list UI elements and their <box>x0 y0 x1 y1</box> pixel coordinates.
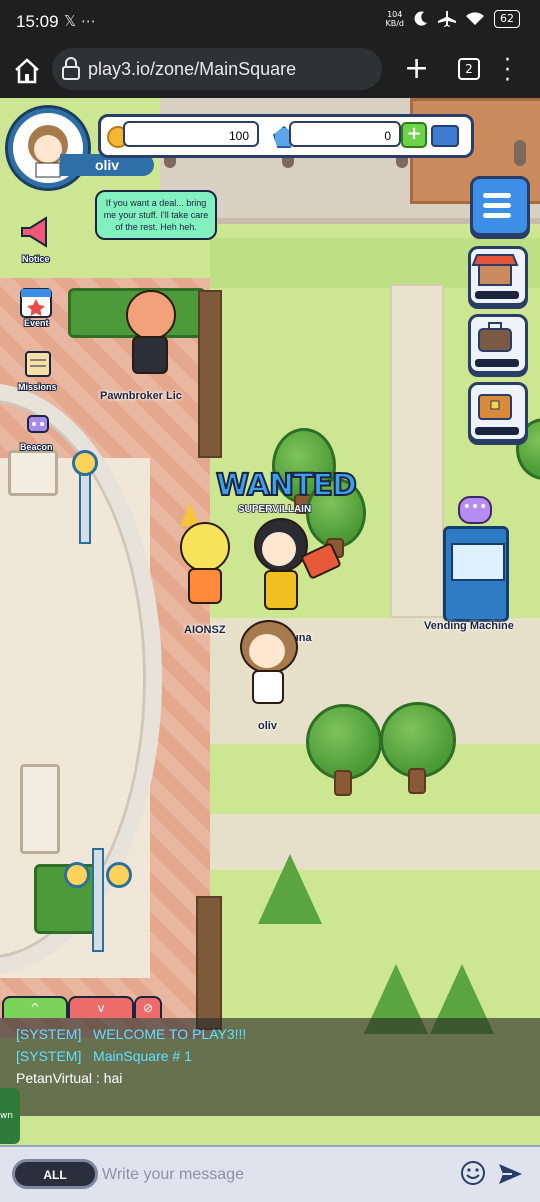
player-character[interactable] <box>236 620 298 716</box>
coin-balance: 100 <box>123 121 259 147</box>
bench <box>8 450 58 496</box>
rewards-button[interactable] <box>468 382 528 442</box>
npc-pawnbroker[interactable] <box>118 290 182 382</box>
wanted-subtitle: SUPERVILLAIN <box>237 503 312 516</box>
fence-post <box>514 140 526 166</box>
channel-all-button[interactable]: ALL <box>12 1159 98 1189</box>
chat-line-system: [SYSTEM] MainSquare # 1 <box>16 1048 192 1064</box>
moon-icon <box>414 11 427 26</box>
bench <box>20 764 60 854</box>
chat-text: hai <box>103 1070 123 1086</box>
street-lamp <box>79 464 91 544</box>
robot-icon[interactable] <box>20 406 56 442</box>
wallet-icon[interactable] <box>431 125 459 147</box>
chat-text: WELCOME TO PLAY3!!! <box>93 1026 247 1042</box>
pine-tree <box>258 854 322 924</box>
beacon-label: Beacon <box>19 441 53 453</box>
chat-text: MainSquare # 1 <box>93 1048 192 1064</box>
wanted-banner: WANTED SUPERVILLAIN <box>215 467 358 518</box>
gem-balance: 0 <box>289 121 401 147</box>
chat-expand-tab[interactable]: ^ <box>2 996 68 1018</box>
shop-label-bar <box>475 291 519 299</box>
chest-icon <box>478 394 512 420</box>
calendar-star-icon[interactable] <box>18 284 54 320</box>
game-canvas[interactable]: oliv 100 0 + Notice Event Missions Beaco… <box>0 98 540 1145</box>
chat-collapse-tab[interactable]: v <box>68 996 134 1018</box>
shop-icon <box>471 254 519 286</box>
missions-label: Missions <box>17 381 57 393</box>
player-avatar[interactable] <box>8 108 88 188</box>
shop-button[interactable] <box>468 246 528 306</box>
currency-bar: 100 0 + <box>98 114 474 158</box>
wanted-title: WANTED <box>215 467 358 504</box>
wifi-icon <box>466 12 484 25</box>
chat-mute-tab[interactable]: ⊘ <box>134 996 162 1018</box>
vending-machine-label: Vending Machine <box>424 620 514 632</box>
character-aionsz[interactable] <box>174 502 234 606</box>
lamp-light <box>106 862 132 888</box>
chat-log[interactable]: [SYSTEM] WELCOME TO PLAY3!!! [SYSTEM] Ma… <box>0 1018 540 1116</box>
new-tab-button[interactable]: + <box>404 54 429 84</box>
home-icon[interactable] <box>12 56 42 86</box>
bag-icon <box>478 322 512 352</box>
megaphone-icon[interactable] <box>18 214 54 250</box>
character-hammer-girl[interactable] <box>248 518 342 628</box>
stone-path <box>390 284 444 618</box>
chat-message-input[interactable] <box>100 1159 454 1191</box>
airplane-icon <box>438 11 456 27</box>
chat-tag: [SYSTEM] <box>16 1048 82 1064</box>
side-drawer-tab[interactable]: wn <box>0 1088 20 1144</box>
street-lamp <box>92 848 104 952</box>
browser-menu-button[interactable]: · · · <box>504 50 511 92</box>
net-speed-unit: KB/d <box>385 19 404 28</box>
status-time: 15:09 <box>16 12 59 31</box>
lock-icon <box>62 57 80 80</box>
url-text: play3.io/zone/MainSquare <box>88 59 297 79</box>
vending-window <box>451 543 505 581</box>
chat-username: PetanVirtual <box>16 1070 93 1086</box>
send-icon[interactable] <box>496 1160 524 1188</box>
flower-bed <box>198 290 222 458</box>
lamp-light <box>64 862 90 888</box>
chat-tag: [SYSTEM] <box>16 1026 82 1042</box>
address-bar[interactable]: play3.io/zone/MainSquare <box>52 48 382 90</box>
npc-speech-bubble: If you want a deal... bring me your stuf… <box>95 190 217 240</box>
main-menu-button[interactable] <box>470 176 530 236</box>
bag-label-bar <box>475 359 519 367</box>
notification-icons: 𝕏 ⋯ <box>64 12 96 30</box>
rewards-label-bar <box>475 427 519 435</box>
add-gems-button[interactable]: + <box>401 122 427 148</box>
bag-button[interactable] <box>468 314 528 374</box>
vending-chat-bubble: ••• <box>458 496 492 524</box>
status-bar: 15:09 𝕏 ⋯ 104 KB/d 62 <box>0 0 540 44</box>
flower-bed <box>196 896 222 1030</box>
net-speed-value: 104 <box>387 10 403 19</box>
chat-separator: : <box>92 1070 104 1086</box>
event-label: Event <box>23 317 49 329</box>
npc-name-label: Pawnbroker Lic <box>100 390 182 402</box>
notice-label: Notice <box>21 253 50 265</box>
chat-line-system: [SYSTEM] WELCOME TO PLAY3!!! <box>16 1026 246 1042</box>
vending-machine[interactable] <box>443 526 509 622</box>
scroll-icon[interactable] <box>20 346 56 382</box>
tab-switcher-button[interactable]: 2 <box>458 58 480 80</box>
player-character-label: oliv <box>258 720 277 732</box>
character-aionsz-label: AIONSZ <box>184 624 226 636</box>
browser-toolbar: play3.io/zone/MainSquare + 2 · · · <box>0 44 540 98</box>
lamp-light <box>72 450 98 476</box>
emoji-icon[interactable] <box>460 1160 486 1186</box>
net-speed: 104 KB/d <box>385 10 404 28</box>
battery-indicator: 62 <box>494 10 520 28</box>
chat-input-bar: ALL <box>0 1145 540 1202</box>
chat-line-user: PetanVirtual : hai <box>16 1070 122 1086</box>
